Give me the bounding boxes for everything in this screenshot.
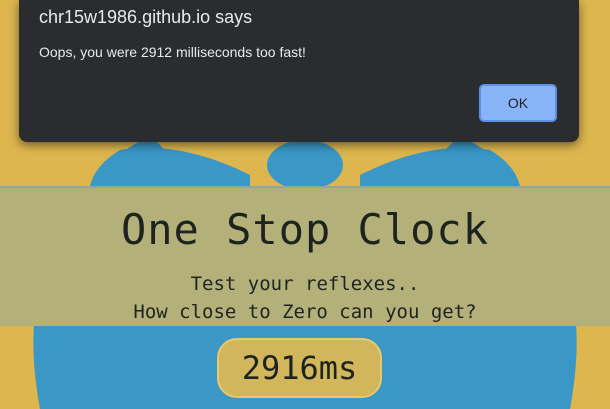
page-title: One Stop Clock xyxy=(120,204,489,254)
subtitle-line-1: Test your reflexes.. xyxy=(190,273,420,295)
alert-dialog: chr15w1986.github.io says Oops, you were… xyxy=(19,0,579,142)
title-band: One Stop Clock xyxy=(0,186,610,272)
right-bell-shape xyxy=(360,147,520,186)
dialog-title: chr15w1986.github.io says xyxy=(39,7,253,27)
center-knob xyxy=(267,140,343,190)
left-bell-shape xyxy=(90,147,250,186)
ok-button[interactable]: OK xyxy=(479,84,557,122)
subtitle-band: Test your reflexes.. How close to Zero c… xyxy=(0,270,610,326)
subtitle-line-2: How close to Zero can you get? xyxy=(133,301,477,323)
dialog-message: Oops, you were 2912 milliseconds too fas… xyxy=(39,44,306,60)
timer-display[interactable]: 2916ms xyxy=(217,338,382,398)
